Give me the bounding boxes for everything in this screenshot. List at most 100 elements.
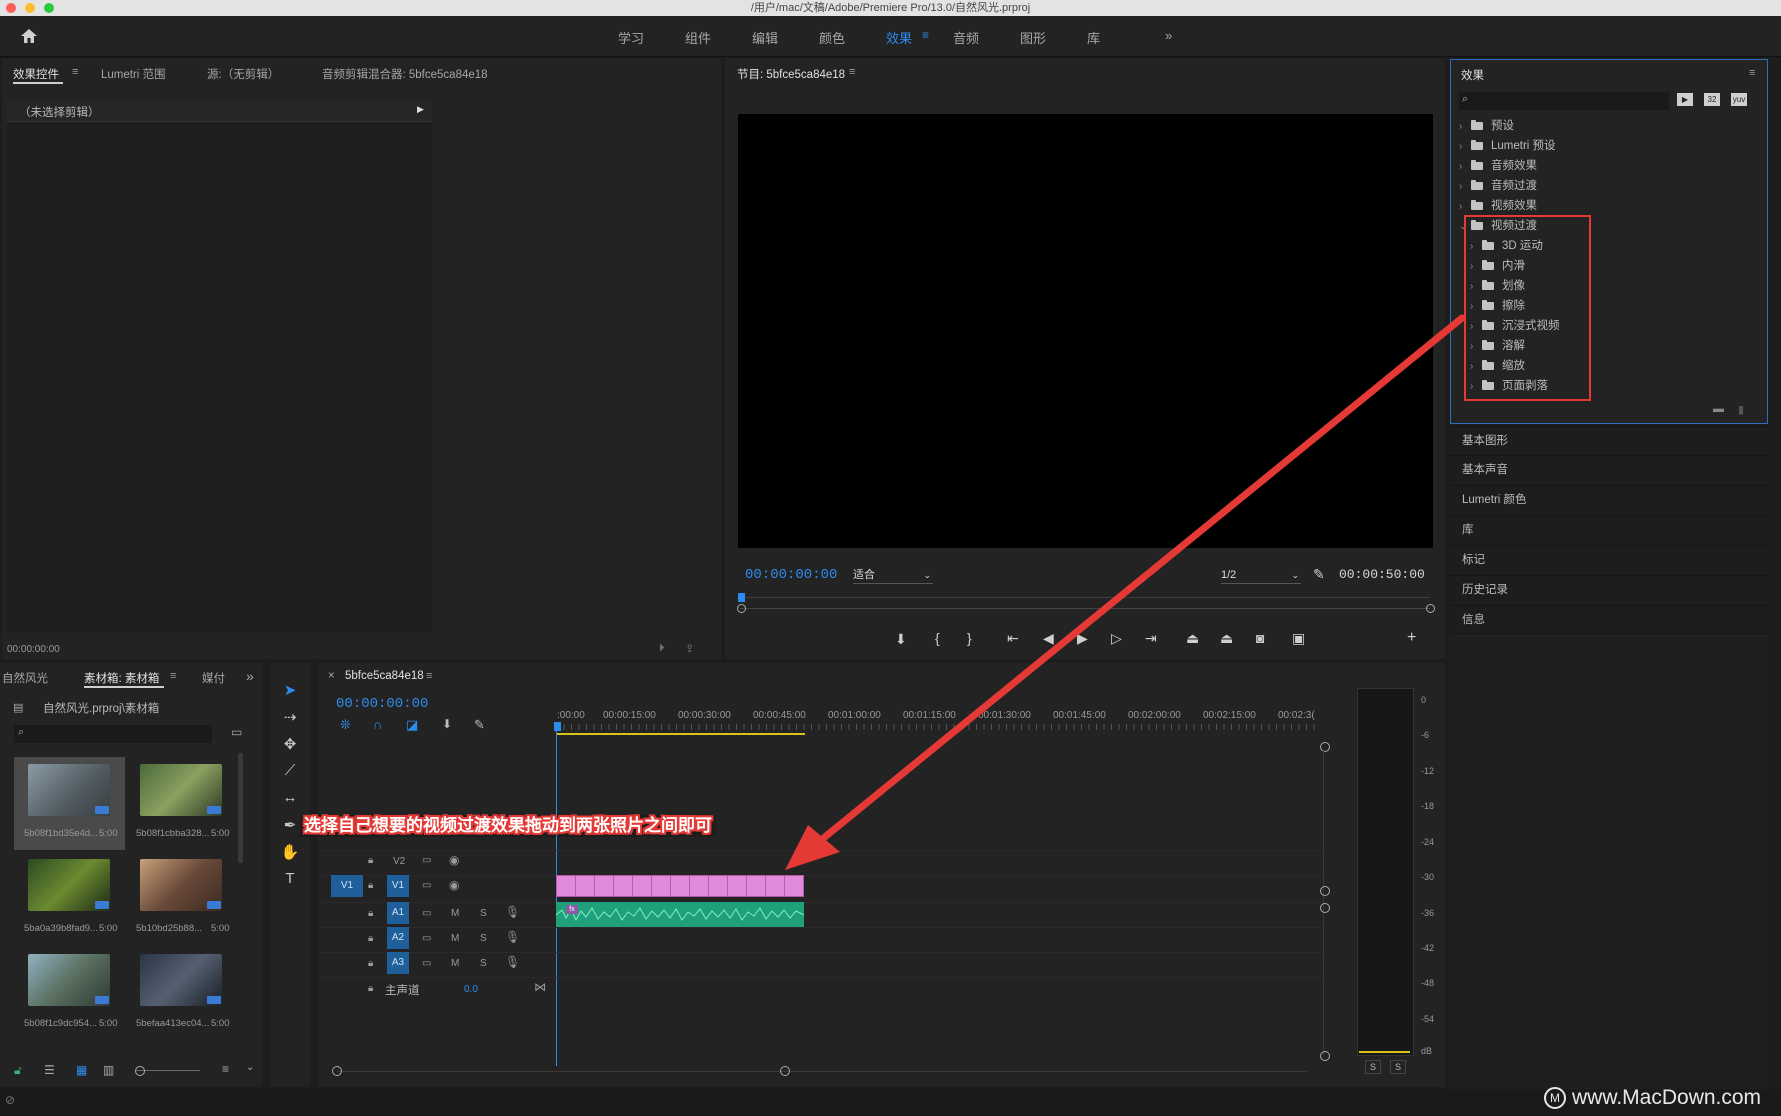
- track-lock-icon[interactable]: 🔒︎: [368, 855, 373, 866]
- workspace-tab-effects[interactable]: 效果: [886, 28, 912, 47]
- track-lock-icon[interactable]: 🔒︎: [368, 880, 373, 891]
- solo-button[interactable]: S: [480, 933, 487, 944]
- fit-dropdown[interactable]: 适合 ⌄: [853, 567, 933, 584]
- effects-item-lumetri-presets[interactable]: › Lumetri 预设: [1459, 136, 1556, 156]
- master-volume-value[interactable]: 0.0: [464, 984, 478, 995]
- side-panel-history[interactable]: 历史记录: [1450, 575, 1768, 604]
- accelerated-effects-icon[interactable]: ▶: [1677, 93, 1693, 106]
- effects-item-video-effects[interactable]: › 视频效果: [1459, 196, 1537, 216]
- extract-icon[interactable]: ⏏: [1220, 630, 1233, 647]
- vertical-scroll-handle[interactable]: [1320, 1051, 1330, 1061]
- track-lock-icon[interactable]: 🔒︎: [368, 983, 373, 994]
- sync-lock-icon[interactable]: ▭: [422, 958, 431, 969]
- new-bin-icon[interactable]: ▬: [1713, 403, 1724, 415]
- tab-project[interactable]: 自然风光: [2, 670, 48, 686]
- more-tabs-icon[interactable]: »: [246, 668, 254, 684]
- program-playhead[interactable]: [738, 593, 745, 602]
- new-search-bin-icon[interactable]: ▭: [231, 725, 242, 739]
- workspace-tab-learn[interactable]: 学习: [618, 28, 644, 47]
- zoom-handle-right[interactable]: [1426, 604, 1435, 613]
- resolution-dropdown[interactable]: 1/2 ⌄: [1221, 567, 1301, 584]
- track-label-a1[interactable]: A1: [387, 902, 409, 924]
- 32-bit-effects-icon[interactable]: 32: [1704, 93, 1720, 106]
- effects-item-presets[interactable]: › 预设: [1459, 116, 1514, 136]
- tab-lumetri-scopes[interactable]: Lumetri 范围: [101, 66, 166, 82]
- eye-icon[interactable]: ◉: [449, 878, 459, 892]
- panel-menu-icon[interactable]: ≡: [426, 670, 432, 682]
- freeform-view-icon[interactable]: ▥: [103, 1063, 114, 1077]
- tab-effect-controls[interactable]: 效果控件: [13, 66, 59, 82]
- track-lock-icon[interactable]: 🔒︎: [368, 933, 373, 944]
- work-area-bar[interactable]: [557, 733, 805, 735]
- lock-icon[interactable]: 🔓︎: [14, 1063, 22, 1078]
- program-zoom-bar[interactable]: [740, 608, 1430, 609]
- sort-icon[interactable]: ≡: [222, 1062, 229, 1076]
- ruler-ticks[interactable]: [556, 724, 1316, 730]
- go-to-next-edit-icon[interactable]: ⋈: [534, 980, 546, 994]
- program-mini-ruler[interactable]: [740, 589, 1430, 598]
- icon-view-icon[interactable]: ▦: [76, 1063, 87, 1077]
- panel-menu-icon[interactable]: ≡: [849, 66, 855, 78]
- razor-tool-icon[interactable]: ⟋: [280, 762, 300, 779]
- step-forward-icon[interactable]: ▷: [1111, 630, 1122, 647]
- expand-arrow-icon[interactable]: ▶: [417, 104, 424, 115]
- chevron-down-icon[interactable]: ⌄: [246, 1062, 254, 1073]
- zoom-slider-handle[interactable]: [135, 1066, 145, 1076]
- solo-button[interactable]: S: [480, 908, 487, 919]
- workspace-tab-audio[interactable]: 音频: [953, 28, 979, 47]
- track-label-a2[interactable]: A2: [387, 927, 409, 949]
- snap-magnet-icon[interactable]: ∩: [373, 717, 382, 732]
- microphone-icon[interactable]: 🎙︎: [505, 905, 520, 919]
- effects-item-audio-effects[interactable]: › 音频效果: [1459, 156, 1537, 176]
- export-frame-icon[interactable]: ⏵: [659, 642, 665, 655]
- zoom-handle-left[interactable]: [737, 604, 746, 613]
- microphone-icon[interactable]: 🎙︎: [505, 930, 520, 944]
- panel-menu-icon[interactable]: ≡: [72, 66, 78, 78]
- tab-media[interactable]: 媒付: [202, 670, 225, 686]
- ripple-edit-tool-icon[interactable]: ✥: [280, 735, 300, 753]
- close-tab-icon[interactable]: ×: [328, 670, 335, 682]
- track-label-v2[interactable]: V2: [393, 856, 405, 867]
- lift-icon[interactable]: ⏏: [1186, 630, 1199, 647]
- share-icon[interactable]: ⇪: [685, 642, 694, 655]
- pen-tool-icon[interactable]: ✒: [280, 816, 300, 834]
- source-patch-v1[interactable]: V1: [331, 875, 363, 897]
- linked-selection-icon[interactable]: ◪: [406, 717, 418, 733]
- add-button-icon[interactable]: +: [1407, 629, 1416, 647]
- panel-menu-icon[interactable]: ≡: [170, 670, 176, 682]
- workspace-tab-color[interactable]: 颜色: [819, 28, 845, 47]
- sync-lock-icon[interactable]: ▭: [422, 880, 431, 891]
- eye-icon[interactable]: ◉: [449, 853, 459, 867]
- go-to-out-icon[interactable]: ⇥: [1145, 630, 1157, 647]
- tab-source[interactable]: 源:（无剪辑）: [207, 66, 279, 82]
- timeline-horizontal-scrollbar[interactable]: [337, 1071, 1307, 1072]
- add-marker-icon[interactable]: ⬇: [895, 631, 907, 648]
- track-label-v1[interactable]: V1: [387, 875, 409, 897]
- mark-out-icon[interactable]: }: [967, 630, 972, 646]
- zoom-window-button[interactable]: [44, 3, 54, 13]
- track-lock-icon[interactable]: 🔒︎: [368, 908, 373, 919]
- home-icon[interactable]: [20, 28, 38, 44]
- side-panel-info[interactable]: 信息: [1450, 605, 1768, 634]
- sync-lock-icon[interactable]: ▭: [422, 855, 431, 866]
- bin-search-input[interactable]: ⌕: [14, 725, 212, 743]
- close-window-button[interactable]: [6, 3, 16, 13]
- video-clip-v1[interactable]: [556, 875, 804, 897]
- list-view-icon[interactable]: ☰: [44, 1063, 55, 1077]
- play-icon[interactable]: ▶: [1077, 630, 1088, 647]
- vertical-scroll-handle[interactable]: [1320, 742, 1330, 752]
- hand-tool-icon[interactable]: ✋: [280, 843, 300, 861]
- workspace-menu-icon[interactable]: ≡: [922, 28, 929, 42]
- microphone-icon[interactable]: 🎙︎: [505, 955, 520, 969]
- side-panel-essential-graphics[interactable]: 基本图形: [1450, 426, 1768, 455]
- effects-search-input[interactable]: ⌕: [1459, 92, 1669, 110]
- wrench-icon[interactable]: ✎: [1313, 566, 1325, 583]
- add-marker-icon[interactable]: ⬇: [442, 717, 452, 731]
- workspace-tab-graphics[interactable]: 图形: [1020, 28, 1046, 47]
- solo-button[interactable]: S: [480, 958, 487, 969]
- side-panel-lumetri-color[interactable]: Lumetri 颜色: [1450, 485, 1768, 514]
- minimize-window-button[interactable]: [25, 3, 35, 13]
- workspace-tab-editing[interactable]: 编辑: [752, 28, 778, 47]
- workspace-more-icon[interactable]: »: [1165, 28, 1172, 43]
- mute-button[interactable]: M: [451, 933, 459, 944]
